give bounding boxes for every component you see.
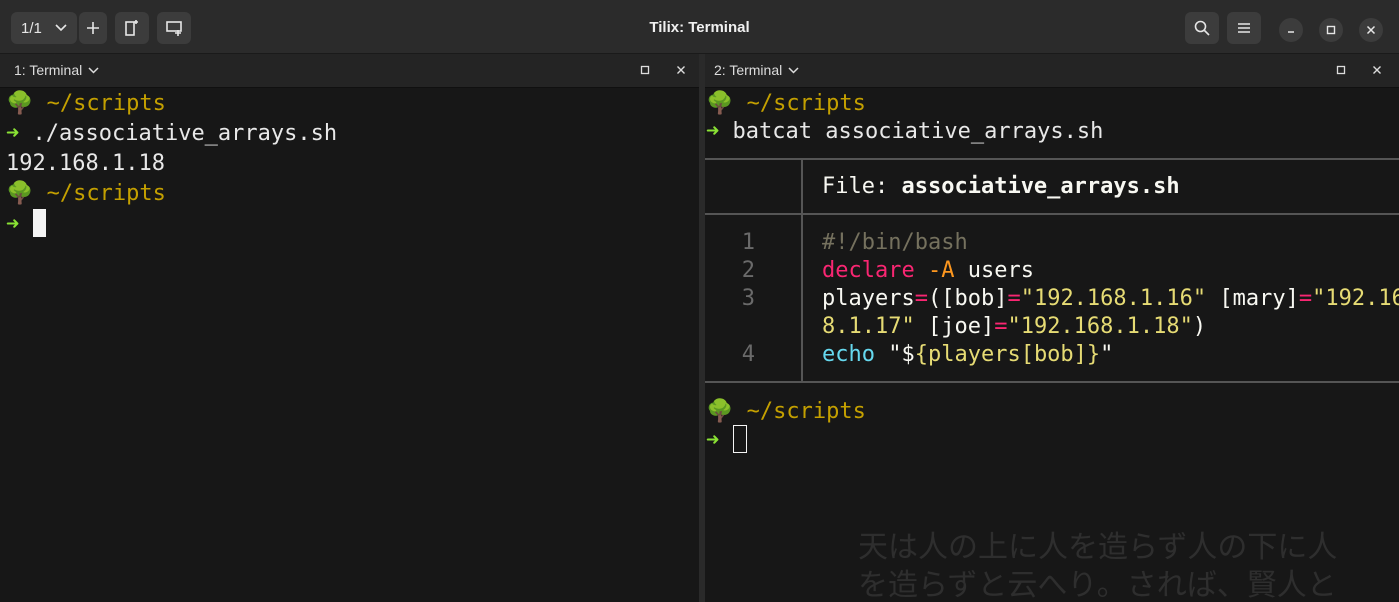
command-line: ➜ ./associative_arrays.sh <box>6 119 337 149</box>
right-terminal-output[interactable]: 🌳 ~/scripts ➜ batcat associative_arrays.… <box>705 87 1399 602</box>
tree-icon: 🌳 <box>706 91 734 116</box>
prompt-line: 🌳 ~/scripts <box>706 89 866 119</box>
identifier: ([bob] <box>927 286 1008 311</box>
prompt-line: 🌳 ~/scripts <box>6 179 166 209</box>
keyword: declare <box>822 258 915 283</box>
command-line: ➜ batcat associative_arrays.sh <box>706 117 1103 147</box>
hamburger-icon <box>1238 23 1250 33</box>
maximize-icon <box>1336 65 1346 75</box>
close-icon <box>1373 66 1381 74</box>
bat-header-vrule <box>801 158 803 214</box>
code-line-3-wrap: 8.1.17" [joe]="192.168.1.18") <box>822 313 1206 341</box>
minimize-icon <box>1288 31 1294 33</box>
search-button[interactable] <box>1185 12 1219 44</box>
bat-body-vrule <box>801 213 803 383</box>
line-number: 1 <box>741 230 755 255</box>
string: "192.16 <box>1312 286 1399 311</box>
line-number: 4 <box>741 342 755 367</box>
maximize-icon <box>640 65 650 75</box>
right-pane-header: 2: Terminal <box>705 54 1399 88</box>
maximize-button[interactable] <box>1319 18 1343 42</box>
operator: = <box>994 314 1008 339</box>
close-icon <box>1366 25 1376 35</box>
arrow-icon: ➜ <box>706 428 720 453</box>
left-terminal-output[interactable]: 🌳 ~/scripts ➜ ./associative_arrays.sh 19… <box>0 87 699 602</box>
code-line-4: echo "${players[bob]}" <box>822 341 1113 369</box>
minimize-button[interactable] <box>1279 18 1303 42</box>
arrow-icon: ➜ <box>706 119 720 144</box>
operator: = <box>1298 286 1313 311</box>
bat-top-rule <box>705 158 1399 160</box>
right-pane-title-button[interactable]: 2: Terminal <box>714 62 799 78</box>
input-line[interactable]: ➜ <box>706 425 747 455</box>
left-pane-title-button[interactable]: 1: Terminal <box>14 62 99 78</box>
maximize-icon <box>1326 25 1336 35</box>
text-cursor <box>732 425 747 453</box>
prompt-path: ~/scripts <box>746 399 866 424</box>
string-delim: " <box>1100 342 1114 367</box>
code-line-1: #!/bin/bash <box>822 230 968 255</box>
identifier: ) <box>1192 314 1207 339</box>
builtin: echo <box>822 342 875 367</box>
identifier: [mary] <box>1206 286 1299 311</box>
tree-icon: 🌳 <box>6 181 34 206</box>
left-pane-title: 1: Terminal <box>14 62 83 78</box>
right-pane-close-button[interactable] <box>1369 62 1385 78</box>
bat-file-header: File: associative_arrays.sh <box>822 173 1180 201</box>
left-pane-maximize-button[interactable] <box>637 62 653 78</box>
tree-icon: 🌳 <box>706 399 734 424</box>
command-text: ./associative_arrays.sh <box>32 121 338 146</box>
line-number: 3 <box>741 286 755 311</box>
output-line: 192.168.1.18 <box>6 151 165 176</box>
title-bar: 1/1 Tilix: Terminal <box>0 0 1399 54</box>
file-label: File: <box>822 174 902 199</box>
close-window-button[interactable] <box>1359 18 1383 42</box>
bat-mid-rule <box>705 213 1399 215</box>
left-terminal-pane[interactable]: 1: Terminal 🌳 ~/scripts ➜ ./associative_… <box>0 54 699 602</box>
string: {players[bob]} <box>914 342 1101 367</box>
chevron-down-icon <box>88 66 99 74</box>
string-delim: "$ <box>874 342 915 367</box>
right-terminal-pane[interactable]: 2: Terminal 🌳 ~/scripts ➜ batcat associa… <box>705 54 1399 602</box>
prompt-line: 🌳 ~/scripts <box>6 89 166 119</box>
tree-icon: 🌳 <box>6 91 34 116</box>
code-line-3: players=([bob]="192.168.1.16" [mary]="19… <box>822 285 1399 313</box>
text-cursor <box>32 209 46 237</box>
menu-button[interactable] <box>1227 12 1261 44</box>
chevron-down-icon <box>788 66 799 74</box>
string: "192.168.1.16" <box>1020 286 1207 311</box>
operator: = <box>1007 286 1021 311</box>
search-icon <box>1194 20 1210 36</box>
identifier: users <box>967 258 1034 283</box>
identifier: [joe] <box>914 314 995 339</box>
background-watermark-line-2: を造らずと云へり。されば、賢人と <box>858 568 1337 602</box>
command-text: batcat associative_arrays.sh <box>732 119 1104 144</box>
input-line[interactable]: ➜ <box>6 209 46 239</box>
code-line-2: declare -A users <box>822 257 1034 285</box>
file-name: associative_arrays.sh <box>901 174 1180 199</box>
background-watermark-line-1: 天は人の上に人を造らず人の下に人 <box>858 530 1338 565</box>
prompt-line: 🌳 ~/scripts <box>706 397 866 427</box>
prompt-path: ~/scripts <box>746 91 866 116</box>
right-pane-title: 2: Terminal <box>714 62 783 78</box>
left-pane-close-button[interactable] <box>673 62 689 78</box>
arrow-icon: ➜ <box>6 121 20 146</box>
option: -A <box>927 258 955 283</box>
prompt-path: ~/scripts <box>46 91 166 116</box>
string: 8.1.17" <box>822 314 915 339</box>
bat-bottom-rule <box>705 381 1399 383</box>
line-number: 2 <box>741 258 755 283</box>
identifier: players <box>822 286 915 311</box>
arrow-icon: ➜ <box>6 212 20 237</box>
prompt-path: ~/scripts <box>46 181 166 206</box>
left-pane-header: 1: Terminal <box>0 54 699 88</box>
right-pane-maximize-button[interactable] <box>1333 62 1349 78</box>
close-icon <box>677 66 685 74</box>
operator: = <box>914 286 928 311</box>
string: "192.168.1.18" <box>1007 314 1193 339</box>
